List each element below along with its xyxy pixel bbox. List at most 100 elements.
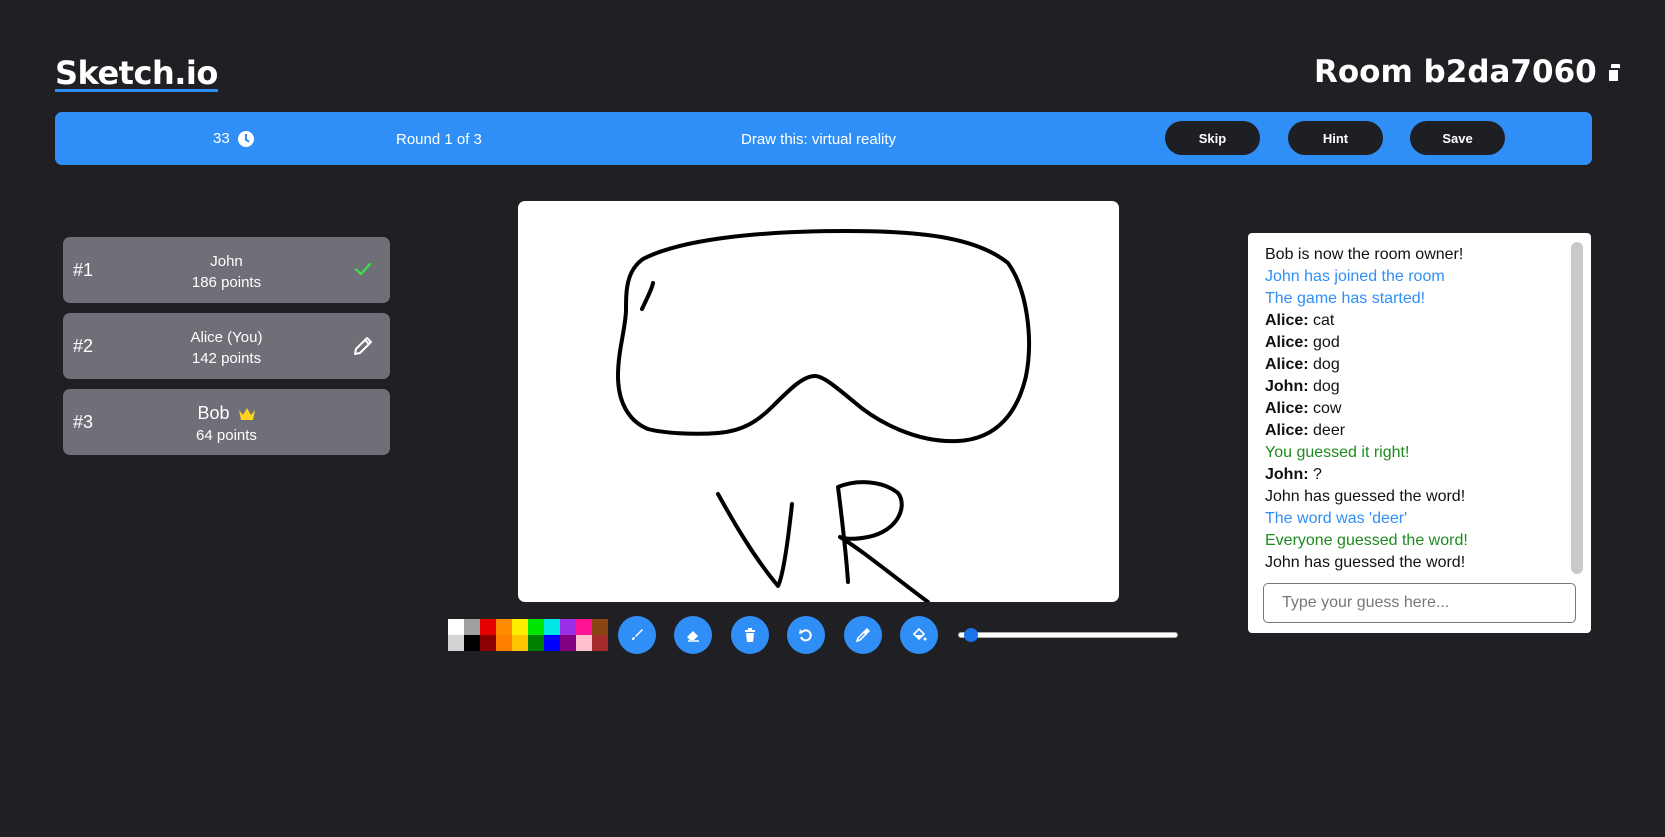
chat-message: John has guessed the word! — [1265, 552, 1560, 574]
chat-message-text: cat — [1308, 312, 1335, 329]
color-swatch[interactable] — [528, 619, 544, 635]
color-swatch[interactable] — [544, 635, 560, 651]
round-indicator: Round 1 of 3 — [396, 131, 482, 148]
chat-message-author: Alice: — [1265, 400, 1309, 417]
skip-button[interactable]: Skip — [1165, 121, 1260, 155]
chat-message-text: Everyone guessed the word! — [1265, 532, 1468, 549]
chat-message: Alice: cow — [1265, 398, 1560, 420]
check-icon — [354, 262, 372, 276]
eraser-icon — [687, 631, 699, 642]
color-swatch[interactable] — [448, 619, 464, 635]
player-card: #1 John 186 points — [63, 237, 390, 303]
chat-message: John: ? — [1265, 464, 1560, 486]
player-name: John — [210, 253, 243, 270]
player-card: #2 Alice (You) 142 points — [63, 313, 390, 379]
color-swatch[interactable] — [576, 619, 592, 635]
undo-icon — [799, 629, 812, 642]
eyedropper-icon — [855, 628, 870, 643]
save-button[interactable]: Save — [1410, 121, 1505, 155]
chat-message-text: The word was 'deer' — [1265, 510, 1408, 527]
chat-message-text: Bob is now the room owner! — [1265, 246, 1464, 263]
chat-message: Alice: deer — [1265, 420, 1560, 442]
guess-input[interactable] — [1263, 583, 1576, 623]
timer-value: 33 — [213, 130, 230, 147]
color-swatch[interactable] — [480, 635, 496, 651]
eyedropper-tool-button[interactable] — [844, 616, 882, 654]
chat-message-text: ? — [1308, 466, 1322, 483]
chat-message-author: John: — [1265, 378, 1309, 395]
drawing-canvas[interactable] — [518, 201, 1119, 604]
clock-icon — [237, 130, 254, 147]
drawing-strokes — [616, 229, 1031, 604]
player-name: Alice (You) — [190, 329, 263, 346]
color-swatch[interactable] — [560, 619, 576, 635]
room-id: Room b2da7060 — [1314, 54, 1597, 90]
app-logo[interactable]: Sketch.io — [55, 54, 218, 92]
brush-icon — [632, 629, 643, 640]
player-points: 186 points — [191, 274, 262, 291]
player-name: Bob — [197, 403, 230, 423]
chat-scrollbar[interactable] — [1571, 242, 1583, 574]
slider-thumb[interactable] — [964, 628, 979, 642]
chat-log: Bob is now the room owner! John has joine… — [1265, 244, 1560, 574]
chat-message-text: deer — [1308, 422, 1346, 439]
chat-message: The game has started! — [1265, 288, 1560, 310]
color-swatch[interactable] — [512, 635, 528, 651]
fill-bucket-icon — [912, 627, 927, 641]
chat-message-text: John has guessed the word! — [1265, 488, 1466, 505]
color-swatch[interactable] — [592, 619, 608, 635]
color-swatch[interactable] — [528, 635, 544, 651]
copy-icon[interactable] — [1606, 64, 1621, 83]
chat-message-author: Alice: — [1265, 312, 1309, 329]
color-swatch[interactable] — [464, 635, 480, 651]
chat-message: The word was 'deer' — [1265, 508, 1560, 530]
chat-message-text: The game has started! — [1265, 290, 1426, 307]
chat-message: John: dog — [1265, 376, 1560, 398]
chat-message-author: Alice: — [1265, 356, 1309, 373]
chat-message-text: dog — [1308, 378, 1340, 395]
brush-size-slider[interactable] — [958, 628, 1178, 642]
chat-message: Bob is now the room owner! — [1265, 244, 1560, 266]
player-list: #1 John 186 points #2 Alice (You) 142 po… — [63, 237, 390, 465]
chat-message: You guessed it right! — [1265, 442, 1560, 464]
clear-canvas-button[interactable] — [731, 616, 769, 654]
chat-message-author: Alice: — [1265, 422, 1309, 439]
color-swatch[interactable] — [592, 635, 608, 651]
brush-tool-button[interactable] — [618, 616, 656, 654]
chat-message-text: dog — [1308, 356, 1340, 373]
color-swatch[interactable] — [480, 619, 496, 635]
chat-panel: Bob is now the room owner! John has joine… — [1248, 233, 1591, 633]
color-swatch[interactable] — [496, 619, 512, 635]
slider-track — [958, 632, 1178, 638]
color-swatch[interactable] — [448, 635, 464, 651]
chat-message: John has joined the room — [1265, 266, 1560, 288]
timer: 33 — [213, 130, 254, 147]
hint-button[interactable]: Hint — [1288, 121, 1383, 155]
color-swatch[interactable] — [464, 619, 480, 635]
chat-message-text: god — [1308, 334, 1340, 351]
pencil-icon — [354, 337, 372, 355]
chat-message: John has guessed the word! — [1265, 486, 1560, 508]
trash-icon — [745, 628, 755, 642]
chat-message: Alice: god — [1265, 332, 1560, 354]
game-status-bar: 33 Round 1 of 3 Draw this: virtual reali… — [55, 112, 1592, 165]
crown-icon — [238, 407, 255, 420]
color-palette — [448, 619, 608, 651]
player-card: #3 Bob 64 points — [63, 389, 390, 455]
color-swatch[interactable] — [496, 635, 512, 651]
color-swatch[interactable] — [576, 635, 592, 651]
chat-message: Alice: cat — [1265, 310, 1560, 332]
word-prompt: Draw this: virtual reality — [741, 131, 897, 148]
chat-message-text: cow — [1308, 400, 1342, 417]
undo-button[interactable] — [787, 616, 825, 654]
chat-message-author: Alice: — [1265, 334, 1309, 351]
color-swatch[interactable] — [560, 635, 576, 651]
player-points: 142 points — [191, 350, 262, 367]
chat-message: Everyone guessed the word! — [1265, 530, 1560, 552]
fill-tool-button[interactable] — [900, 616, 938, 654]
color-swatch[interactable] — [544, 619, 560, 635]
eraser-tool-button[interactable] — [674, 616, 712, 654]
chat-message-author: John: — [1265, 466, 1309, 483]
chat-message-text: John has guessed the word! — [1265, 554, 1466, 571]
color-swatch[interactable] — [512, 619, 528, 635]
